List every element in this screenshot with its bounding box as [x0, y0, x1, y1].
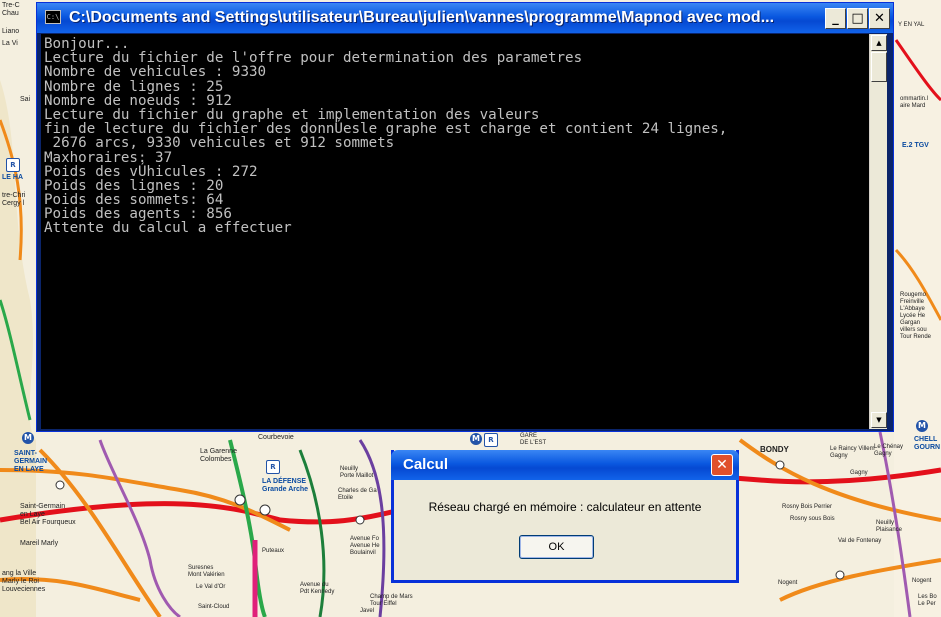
console-output[interactable]: Bonjour... Lecture du fichier de l'offre … — [41, 34, 869, 429]
console-titlebar[interactable]: C:\ C:\Documents and Settings\utilisateu… — [37, 3, 893, 33]
metro-icon: M — [22, 432, 34, 444]
console-window: C:\ C:\Documents and Settings\utilisateu… — [36, 2, 894, 432]
map-label: Sai — [20, 96, 31, 103]
map-label: LA DÉFENSE Grande Arche — [262, 478, 309, 493]
map-label: ang la Ville Marly le Roi Louveciennes — [2, 570, 46, 593]
console-text: Bonjour... Lecture du fichier de l'offre … — [41, 34, 869, 236]
minimize-button[interactable]: _ — [825, 8, 846, 29]
map-station — [835, 570, 845, 580]
map-label: Avenue du Pdt Kennedy — [300, 582, 335, 595]
rer-icon: R — [6, 158, 20, 172]
map-label: Neuilly Plaisance — [876, 520, 903, 533]
console-vertical-scrollbar[interactable]: ▲ ▼ — [869, 34, 887, 429]
console-line: Attente du calcul a effectuer — [44, 220, 292, 237]
map-label: Neuilly Porte Maillot — [340, 466, 374, 479]
map-label: CHELL GOURN — [914, 436, 941, 451]
maximize-button[interactable]: □ — [847, 8, 868, 29]
map-label: SAINT- GERMAIN EN LAYE — [14, 450, 48, 473]
map-label: Tre-C Chau — [2, 2, 20, 17]
map-label: La Vi — [2, 40, 18, 47]
console-window-title: C:\Documents and Settings\utilisateur\Bu… — [69, 9, 775, 26]
console-line: Lecture du fichier du graphe et implemen… — [44, 106, 540, 123]
map-label: Champ de Mars Tour Eiffel — [370, 594, 413, 607]
close-button[interactable]: ✕ — [869, 8, 890, 29]
rer-icon: R — [266, 460, 280, 474]
map-label: La Garenne Colombes — [200, 448, 237, 463]
map-label: Mareil Marly — [20, 540, 59, 547]
console-line: Poids des lignes : 20 — [44, 177, 224, 194]
map-station — [234, 494, 246, 506]
map-label: Nogent — [912, 578, 932, 584]
map-label: E.2 TGV — [902, 142, 929, 149]
console-system-icon[interactable]: C:\ — [45, 10, 61, 24]
ok-button[interactable]: OK — [519, 535, 594, 559]
map-label: Le Raincy Villem Gagny — [830, 446, 875, 459]
map-label: Puteaux — [262, 548, 285, 554]
map-label: Le Chénay Gagny — [874, 444, 904, 457]
console-line: Nombre de lignes : 25 — [44, 78, 224, 95]
map-label: Charles de Ga Etoile — [338, 488, 377, 501]
map-station — [259, 504, 271, 516]
console-line: Poids des agents : 856 — [44, 206, 232, 223]
console-line: Lecture du fichier de l'offre pour deter… — [44, 50, 583, 67]
console-line: fin de lecture du fichier des donnÚesle … — [44, 121, 728, 138]
calcul-dialog: Calcul ✕ Réseau chargé en mémoire : calc… — [391, 450, 739, 583]
map-label: Saint-Cloud — [198, 604, 230, 610]
metro-icon: M — [470, 433, 482, 445]
console-line: Bonjour... — [44, 36, 130, 52]
metro-icon: M — [916, 420, 928, 432]
dialog-title: Calcul — [403, 456, 449, 473]
map-label: LE HA — [2, 174, 23, 181]
map-label: BONDY — [760, 445, 789, 454]
map-label: Le Val d'Or — [196, 584, 226, 590]
map-label: Val de Fontenay — [838, 538, 882, 544]
scrollbar-thumb[interactable] — [871, 52, 887, 82]
map-label: Liano — [2, 28, 20, 35]
scroll-up-arrow-icon[interactable]: ▲ — [871, 35, 887, 51]
map-label: Saint-Germain en Laye Bel Air Fourqueux — [20, 503, 76, 526]
map-label: Les Bo Le Per — [918, 594, 937, 607]
map-label: Suresnes Mont Valérien — [188, 565, 225, 578]
map-label: Gagny — [850, 470, 868, 476]
dialog-message: Réseau chargé en mémoire : calculateur e… — [428, 500, 702, 514]
console-line: Maxhoraires: 37 — [44, 149, 173, 166]
console-line: Nombre de noeuds : 912 — [44, 92, 232, 109]
dialog-close-button[interactable]: ✕ — [711, 454, 733, 476]
console-line: Poids des vÚhicules : 272 — [44, 163, 258, 180]
console-line: Nombre de vehicules : 9330 — [44, 64, 267, 81]
dialog-titlebar[interactable]: Calcul ✕ — [391, 450, 739, 480]
map-label: Y EN YAL — [898, 22, 925, 28]
map-station — [775, 460, 785, 470]
map-label: ommartin.l aire Mard — [900, 96, 929, 109]
map-label: Avenue Fo Avenue He Boulainvil — [350, 536, 380, 556]
map-label: Courbevoie — [258, 434, 294, 441]
scroll-down-arrow-icon[interactable]: ▼ — [871, 412, 887, 428]
map-label: tre-Chri Cergy l — [2, 192, 26, 207]
map-label: Nogent — [778, 580, 798, 586]
map-label: Rosny sous Bois — [790, 516, 835, 522]
map-station — [55, 480, 65, 490]
map-label: Rougemo Freinville L'Abbaye Lycée He Gar… — [900, 292, 932, 340]
map-label: GARE DE L'EST — [520, 433, 547, 446]
map-label: Rosny Bois Perrier — [782, 504, 833, 510]
rer-icon: R — [484, 433, 498, 447]
console-line: Poids des sommets: 64 — [44, 192, 224, 209]
map-station — [355, 515, 365, 525]
map-label: Javel — [360, 608, 375, 614]
console-line: 2676 arcs, 9330 vehicules et 912 sommets — [44, 135, 395, 152]
